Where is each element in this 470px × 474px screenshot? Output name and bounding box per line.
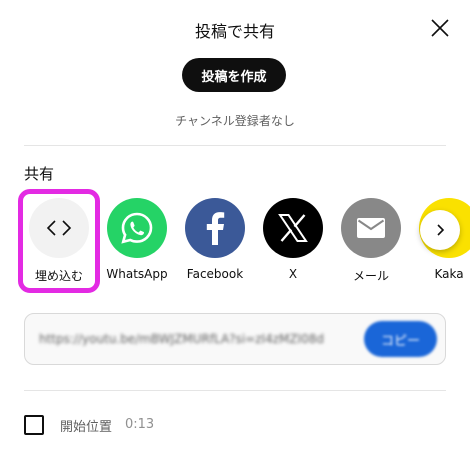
share-x-button[interactable]: X [253,198,333,281]
start-at-label: 開始位置 [60,420,113,435]
share-item-label: メール [352,269,389,283]
create-post-button[interactable]: 投稿を作成 [182,58,286,92]
share-section-title: 共有 [24,165,55,183]
subscriber-count-text: チャンネル登録者なし [175,114,295,128]
share-dialog: 投稿で共有 投稿を作成 チャンネル登録者なし 共有 埋め込む WhatsApp [0,0,470,474]
embed-highlight-box [18,189,100,293]
share-link-url: https://youtu.be/mBWJZMURfLA?si=zI4zMZI0… [39,332,324,346]
scroll-next-button[interactable] [420,210,460,250]
copy-button[interactable]: コピー [364,321,437,357]
share-item-label: Facebook [186,267,244,281]
x-icon [263,198,323,258]
divider [24,390,446,391]
share-item-label: X [288,267,298,281]
share-item-label: Kaka [434,267,464,281]
mail-icon [341,198,401,258]
share-item-label: WhatsApp [106,267,168,281]
facebook-icon [185,198,245,258]
close-icon[interactable] [426,14,454,42]
start-at-checkbox[interactable] [24,415,44,435]
share-link-field[interactable]: https://youtu.be/mBWJZMURfLA?si=zI4zMZI0… [24,313,446,365]
chevron-right-icon [437,224,445,236]
dialog-title: 投稿で共有 [194,22,275,41]
share-facebook-button[interactable]: Facebook [175,198,255,281]
whatsapp-icon [107,198,167,258]
divider [24,145,446,146]
share-whatsapp-button[interactable]: WhatsApp [97,198,177,281]
share-email-button[interactable]: メール [331,198,411,284]
start-at-time: 0:13 [125,417,155,432]
